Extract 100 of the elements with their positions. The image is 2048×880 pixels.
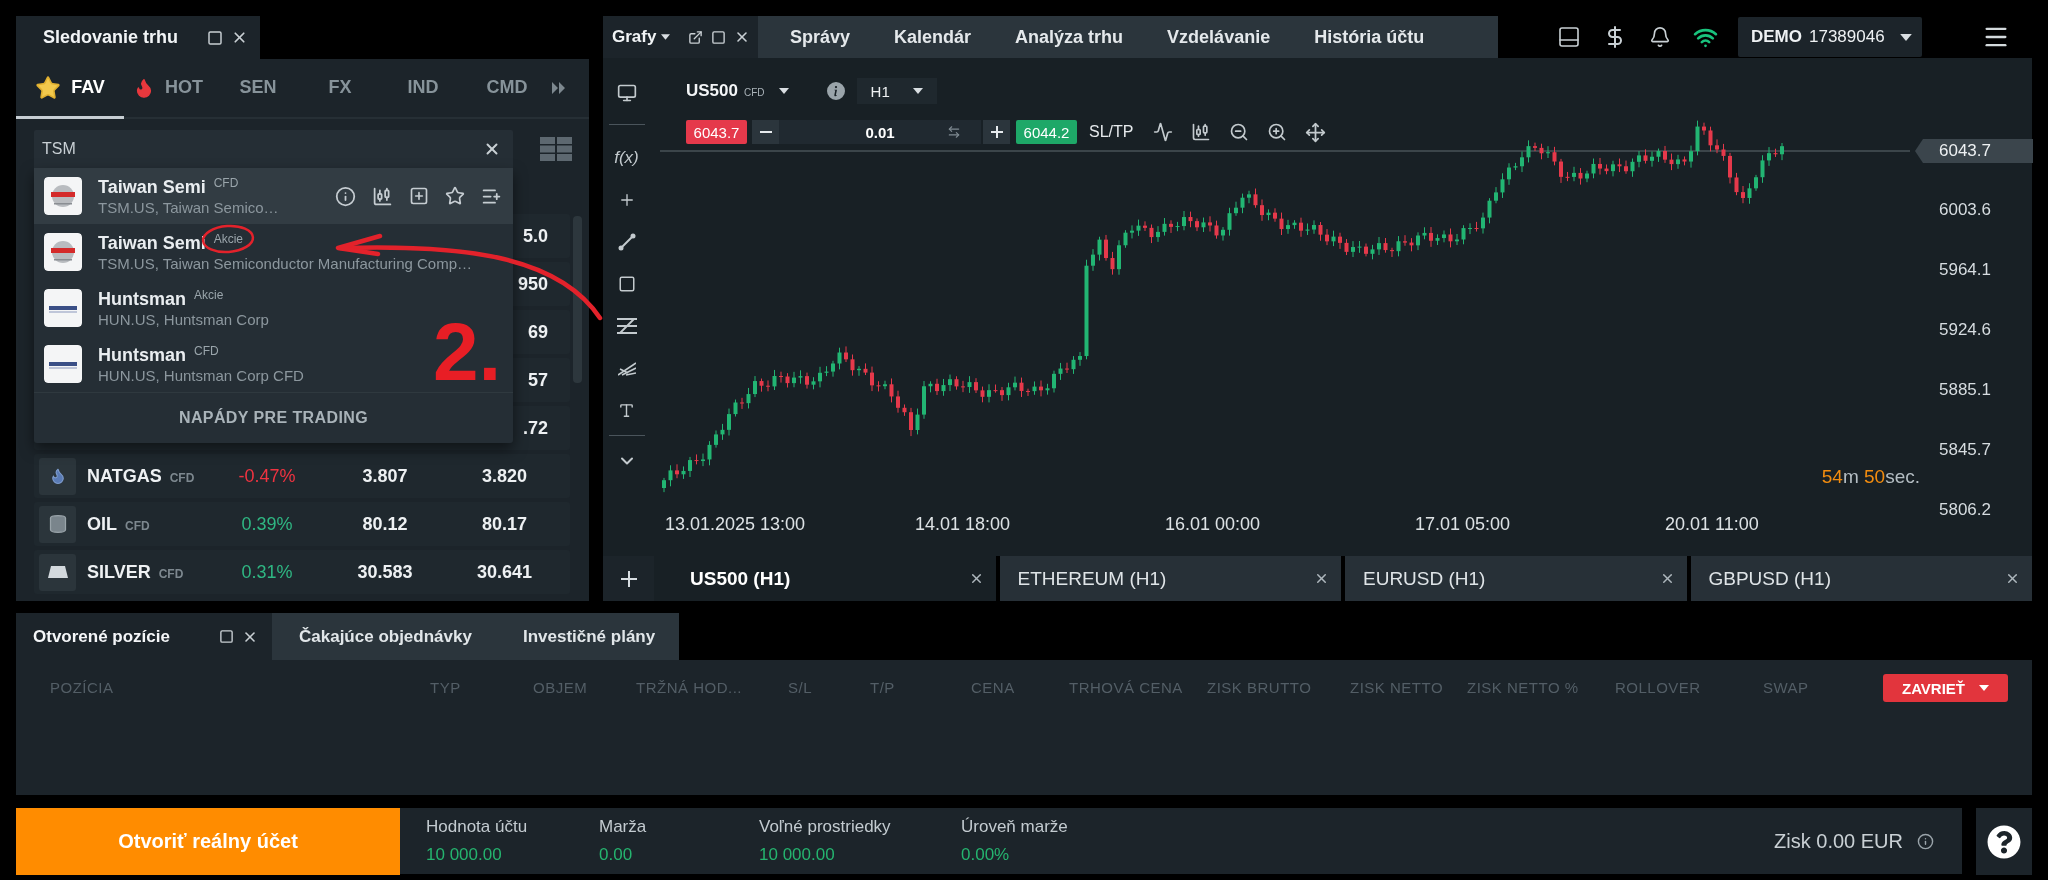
chart-tab[interactable]: US500 (H1)	[654, 556, 996, 601]
instrument-type-label: CFD	[744, 87, 765, 98]
scrollbar-thumb[interactable]	[573, 216, 582, 383]
instrument-type-label: CFD	[213, 175, 239, 190]
search-result-item[interactable]: Taiwan Semi CFD TSM.US, Taiwan Semico…	[34, 168, 513, 224]
column-header: SWAP	[1763, 679, 1809, 696]
increase-button[interactable]	[983, 120, 1010, 144]
panel-tab[interactable]: Grafy	[603, 16, 758, 58]
company-logo-icon	[44, 345, 82, 383]
close-icon[interactable]	[734, 29, 750, 45]
caret-icon[interactable]	[661, 34, 671, 40]
parallel-lines-icon[interactable]	[616, 317, 637, 335]
company-logo-icon	[44, 233, 82, 271]
grid-view-icon[interactable]	[540, 137, 572, 161]
zoom-out-icon[interactable]	[1229, 122, 1250, 142]
chart-tab[interactable]: ETHEREUM (H1)	[999, 556, 1341, 601]
panel-tab[interactable]: Čakajúce objednávky	[272, 613, 496, 660]
info-icon[interactable]	[335, 185, 356, 207]
function-tool[interactable]: f(x)	[614, 148, 639, 168]
search-result-item[interactable]: Huntsman Akcie HUN.US, Huntsman Corp	[34, 280, 280, 336]
maximize-icon[interactable]	[711, 29, 726, 45]
category-tab[interactable]: HOT	[124, 59, 212, 119]
column-header: ZISK BRUTTO	[1207, 679, 1312, 696]
search-field[interactable]: TSM	[34, 130, 513, 168]
symbol-name[interactable]: US500	[686, 81, 738, 101]
text-tool-icon[interactable]	[618, 401, 635, 419]
close-icon[interactable]	[2005, 571, 2020, 586]
instrument-type-label: Akcie	[213, 231, 244, 246]
chart-tab[interactable]: GBPUSD (H1)	[1690, 556, 2032, 601]
ask-price: 950	[517, 273, 548, 295]
instrument-description: HUN.US, Huntsman Corp	[98, 309, 269, 329]
line-chart-icon[interactable]	[1153, 122, 1174, 142]
instrument-description: TSM.US, Taiwan Semico…	[98, 197, 279, 217]
move-icon[interactable]	[1305, 121, 1327, 143]
caret-icon[interactable]	[778, 88, 789, 94]
add-square-icon[interactable]	[409, 186, 429, 206]
stat-label: Voľné prostriedky	[759, 817, 892, 837]
nav-tab[interactable]: Kalendár	[894, 16, 972, 58]
column-header: S/L	[788, 679, 812, 696]
panel-tab[interactable]: Investičné plány	[495, 613, 680, 660]
rectangle-icon[interactable]	[617, 275, 636, 293]
fan-lines-icon[interactable]	[617, 360, 636, 376]
volume-field[interactable]: 0.01	[779, 120, 981, 144]
info-icon[interactable]	[826, 82, 845, 100]
column-header: CENA	[971, 679, 1015, 696]
category-tab[interactable]: SEN	[212, 59, 304, 119]
account-selector[interactable]: DEMO 17389046	[1738, 17, 1922, 57]
panel-layout-icon[interactable]	[1557, 25, 1581, 49]
panel-tab[interactable]: Otvorené pozície	[16, 613, 272, 660]
nav-tab[interactable]: Vzdelávanie	[1167, 16, 1271, 58]
zoom-in-icon[interactable]	[1267, 122, 1288, 142]
market-row[interactable]: OIL CFD 0.39% 80.12 80.17	[34, 502, 570, 546]
sell-price-button[interactable]: 6043.7	[686, 120, 747, 144]
sl-tp-button[interactable]: SL/TP	[1089, 123, 1134, 141]
info-icon[interactable]	[1917, 832, 1934, 850]
swap-icon[interactable]	[947, 125, 961, 139]
category-tab[interactable]: CMD	[470, 59, 544, 119]
maximize-icon[interactable]	[219, 629, 234, 644]
nav-tab[interactable]: Správy	[790, 16, 851, 58]
nav-tab[interactable]: Analýza trhu	[1015, 16, 1124, 58]
stat-value: 10 000.00	[426, 845, 503, 865]
clear-icon[interactable]	[483, 140, 501, 158]
column-header: ROLLOVER	[1615, 679, 1701, 696]
category-tab[interactable]: IND	[376, 59, 470, 119]
market-row[interactable]: SILVER CFD 0.31% 30.583 30.641	[34, 550, 570, 594]
column-header: ZISK NETTO %	[1467, 679, 1579, 696]
ask-price: 30.641	[476, 561, 533, 583]
ask-price: .72	[522, 417, 548, 439]
candlestick-icon[interactable]	[372, 185, 393, 207]
maximize-icon[interactable]	[207, 29, 223, 46]
nav-tab[interactable]: História účtu	[1314, 16, 1425, 58]
candlestick-icon[interactable]	[1191, 122, 1212, 142]
price-axis-label: 5885.1	[1939, 380, 1991, 400]
add-chart-button[interactable]	[603, 556, 654, 601]
current-price-label: 6043.7	[1915, 139, 2033, 163]
search-result-item[interactable]: Huntsman CFD HUN.US, Huntsman Corp CFD	[34, 336, 315, 392]
help-button[interactable]	[1976, 808, 2032, 875]
panel-tab[interactable]: Sledovanie trhu	[16, 16, 260, 59]
search-result-item[interactable]: Taiwan Semi Akcie TSM.US, Taiwan Semiconductor Manufacturing Comp…	[34, 224, 484, 280]
symbol-name: OIL	[87, 513, 117, 535]
trend-line-icon[interactable]	[617, 233, 636, 251]
category-tab[interactable]: FAV	[16, 59, 124, 119]
bell-icon[interactable]	[1649, 26, 1671, 48]
popout-icon[interactable]	[688, 29, 703, 45]
monitor-icon[interactable]	[616, 83, 637, 103]
caret-icon[interactable]	[1899, 33, 1912, 41]
close-icon[interactable]	[1314, 571, 1329, 586]
timeframe-dropdown[interactable]: H1	[856, 78, 937, 104]
instrument-name: Taiwan Semi	[98, 175, 206, 198]
double-chevron-icon[interactable]	[552, 82, 565, 94]
close-icon[interactable]	[231, 29, 248, 46]
category-tab[interactable]: FX	[304, 59, 376, 119]
close-positions-button[interactable]: ZAVRIEŤ	[1883, 674, 2008, 702]
trading-ideas-link[interactable]: NAPÁDY PRE TRADING	[34, 392, 513, 443]
time-axis-label: 20.01 11:00	[1665, 514, 1759, 534]
star-icon[interactable]	[445, 186, 465, 206]
instrument-type-label: CFD	[194, 343, 219, 358]
market-row[interactable]: NATGAS CFD -0.47% 3.807 3.820	[34, 454, 570, 498]
chart-tab[interactable]: EURUSD (H1)	[1345, 556, 1687, 601]
decrease-button[interactable]	[752, 120, 779, 144]
